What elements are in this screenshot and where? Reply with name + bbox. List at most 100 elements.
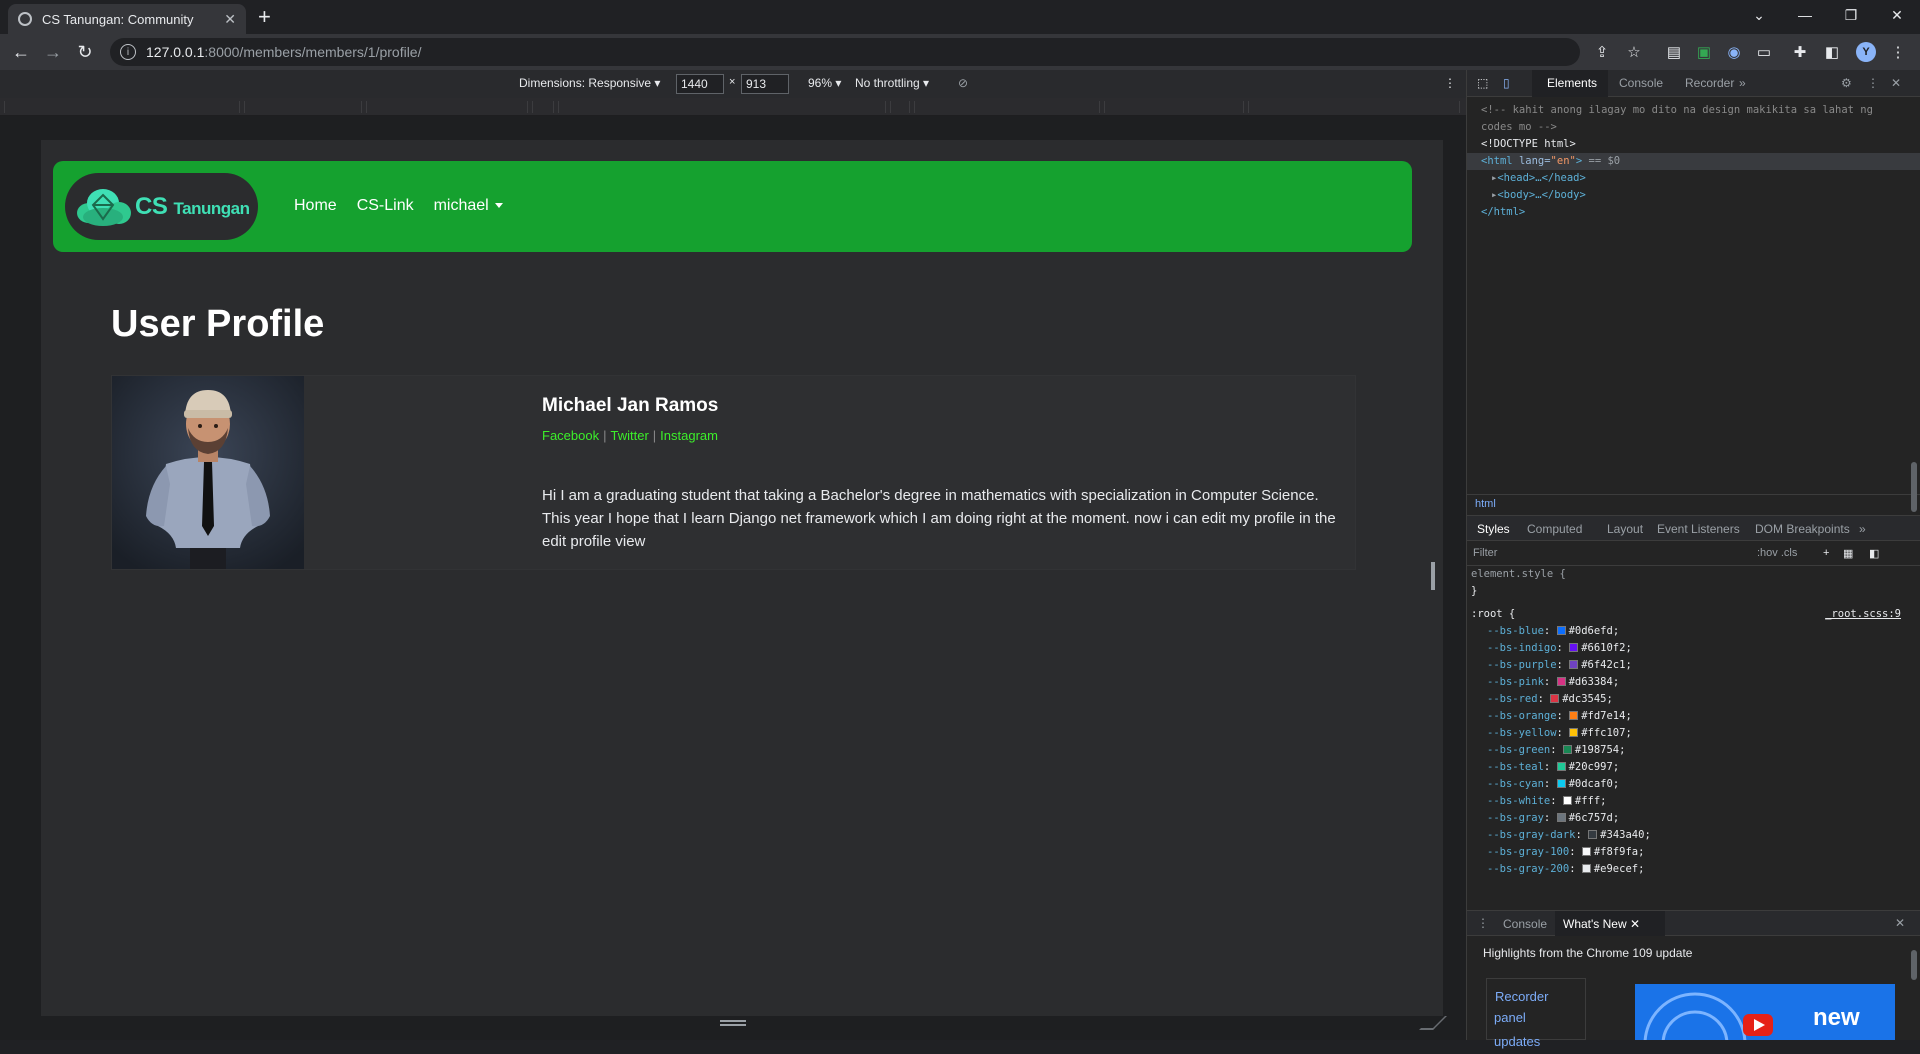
styles-scrollbar[interactable] bbox=[1911, 462, 1917, 512]
breadcrumb[interactable]: html bbox=[1467, 494, 1920, 514]
browser-tab[interactable]: CS Tanungan: Community ✕ bbox=[8, 4, 246, 34]
width-input[interactable]: 1440 bbox=[676, 74, 724, 94]
dimensions-select[interactable]: Dimensions: Responsive ▾ bbox=[519, 76, 660, 90]
new-tab-button[interactable]: + bbox=[258, 4, 271, 30]
color-swatch[interactable] bbox=[1556, 762, 1566, 771]
throttling-select[interactable]: No throttling ▾ bbox=[855, 76, 929, 90]
html-close-node[interactable]: </html> bbox=[1467, 204, 1920, 221]
css-variable-row[interactable]: --bs-gray-dark: #343a40; bbox=[1467, 827, 1907, 844]
zoom-select[interactable]: 96% ▾ bbox=[808, 76, 841, 90]
restore-icon[interactable]: ❐ bbox=[1828, 0, 1874, 30]
tab-computed[interactable]: Computed bbox=[1527, 522, 1582, 536]
color-swatch[interactable] bbox=[1556, 813, 1566, 822]
device-toolbar-menu-icon[interactable]: ⋮ bbox=[1444, 76, 1456, 90]
tab-recorder[interactable]: Recorder bbox=[1685, 76, 1734, 90]
inspect-element-icon[interactable]: ⬚ bbox=[1477, 76, 1488, 90]
nav-cslink-link[interactable]: CS-Link bbox=[357, 197, 414, 215]
css-variable-row[interactable]: --bs-gray-100: #f8f9fa; bbox=[1467, 844, 1907, 861]
device-toggle-icon[interactable]: ▯ bbox=[1503, 76, 1510, 90]
color-swatch[interactable] bbox=[1569, 711, 1579, 720]
css-variable-row[interactable]: --bs-purple: #6f42c1; bbox=[1467, 657, 1907, 674]
css-variable-row[interactable]: --bs-yellow: #ffc107; bbox=[1467, 725, 1907, 742]
head-node[interactable]: ▸<head>…</head> bbox=[1467, 170, 1920, 187]
viewport-width-handle[interactable] bbox=[1431, 562, 1435, 590]
minimize-icon[interactable]: — bbox=[1782, 0, 1828, 30]
back-icon[interactable]: ← bbox=[6, 34, 36, 70]
body-node[interactable]: ▸<body>…</body> bbox=[1467, 187, 1920, 204]
paint-icon[interactable]: ▦ bbox=[1843, 547, 1853, 560]
twitter-link[interactable]: Twitter bbox=[610, 428, 648, 443]
extension-window-icon[interactable]: ▭ bbox=[1754, 42, 1774, 62]
share-icon[interactable]: ⇪ bbox=[1592, 42, 1612, 62]
css-variable-row[interactable]: --bs-blue: #0d6efd; bbox=[1467, 623, 1907, 640]
html-node-selected[interactable]: <html lang="en"> == $0 bbox=[1467, 153, 1920, 170]
color-swatch[interactable] bbox=[1581, 864, 1591, 873]
whats-new-video-thumbnail[interactable]: new bbox=[1635, 984, 1895, 1040]
drawer-menu-icon[interactable]: ⋮ bbox=[1477, 916, 1489, 930]
tab-styles[interactable]: Styles bbox=[1477, 522, 1510, 536]
card-title-line[interactable]: updates bbox=[1494, 1030, 1540, 1054]
tab-event-listeners[interactable]: Event Listeners bbox=[1657, 522, 1740, 536]
extension-green-icon[interactable]: ▣ bbox=[1694, 42, 1714, 62]
drawer-tab-whats-new[interactable]: What's New ✕ bbox=[1555, 911, 1665, 936]
user-dropdown[interactable]: michael bbox=[434, 197, 503, 215]
forward-icon[interactable]: → bbox=[38, 34, 68, 70]
color-swatch[interactable] bbox=[1588, 830, 1598, 839]
element-style-rule[interactable]: element.style { bbox=[1467, 566, 1907, 583]
css-variable-row[interactable]: --bs-cyan: #0dcaf0; bbox=[1467, 776, 1907, 793]
instagram-link[interactable]: Instagram bbox=[660, 428, 718, 443]
css-variable-row[interactable]: --bs-green: #198754; bbox=[1467, 742, 1907, 759]
tab-dom-breakpoints[interactable]: DOM Breakpoints bbox=[1755, 522, 1850, 536]
reader-icon[interactable]: ▤ bbox=[1664, 42, 1684, 62]
site-logo[interactable]: CS Tanungan bbox=[65, 173, 258, 240]
css-variable-row[interactable]: --bs-orange: #fd7e14; bbox=[1467, 708, 1907, 725]
color-swatch[interactable] bbox=[1581, 847, 1591, 856]
css-variable-row[interactable]: --bs-gray-200: #e9ecef; bbox=[1467, 861, 1907, 878]
css-variable-row[interactable]: --bs-teal: #20c997; bbox=[1467, 759, 1907, 776]
nav-home-link[interactable]: Home bbox=[294, 197, 337, 215]
drawer-tab-console[interactable]: Console bbox=[1503, 917, 1547, 931]
tab-search-icon[interactable]: ⌄ bbox=[1736, 0, 1782, 30]
extension-timer-icon[interactable]: ◉ bbox=[1724, 42, 1744, 62]
card-title-line[interactable]: panel bbox=[1494, 1006, 1526, 1030]
root-source-link[interactable]: _root.scss:9 bbox=[1825, 606, 1901, 623]
tab-console[interactable]: Console bbox=[1619, 76, 1663, 90]
close-devtools-icon[interactable]: ✕ bbox=[1891, 76, 1901, 90]
settings-gear-icon[interactable]: ⚙ bbox=[1841, 76, 1852, 90]
color-swatch[interactable] bbox=[1569, 728, 1579, 737]
css-variable-row[interactable]: --bs-indigo: #6610f2; bbox=[1467, 640, 1907, 657]
color-swatch[interactable] bbox=[1556, 779, 1566, 788]
styles-filter-input[interactable]: Filter :hov .cls + ▦ ◧ bbox=[1467, 542, 1920, 566]
doctype-node[interactable]: <!DOCTYPE html> bbox=[1467, 136, 1920, 153]
color-swatch[interactable] bbox=[1569, 643, 1579, 652]
tab-layout[interactable]: Layout bbox=[1607, 522, 1643, 536]
side-panel-icon[interactable]: ◧ bbox=[1822, 42, 1842, 62]
facebook-link[interactable]: Facebook bbox=[542, 428, 599, 443]
bookmark-star-icon[interactable]: ☆ bbox=[1624, 42, 1644, 62]
css-variable-row[interactable]: --bs-pink: #d63384; bbox=[1467, 674, 1907, 691]
more-subtabs-icon[interactable]: » bbox=[1859, 522, 1866, 536]
profile-avatar-icon[interactable]: Y bbox=[1856, 42, 1876, 62]
sidebar-toggle-icon[interactable]: ◧ bbox=[1869, 547, 1879, 560]
add-rule-icon[interactable]: + bbox=[1823, 547, 1829, 559]
color-swatch[interactable] bbox=[1556, 677, 1566, 686]
height-input[interactable]: 913 bbox=[741, 74, 789, 94]
tab-elements[interactable]: Elements bbox=[1547, 76, 1597, 90]
drawer-scrollbar[interactable] bbox=[1911, 950, 1917, 980]
browser-menu-icon[interactable]: ⋮ bbox=[1888, 42, 1908, 62]
extensions-puzzle-icon[interactable]: ✚ bbox=[1790, 42, 1810, 62]
css-variable-row[interactable]: --bs-white: #fff; bbox=[1467, 793, 1907, 810]
close-whats-new-icon[interactable]: ✕ bbox=[1630, 917, 1640, 931]
css-variable-row[interactable]: --bs-gray: #6c757d; bbox=[1467, 810, 1907, 827]
root-rule[interactable]: :root {_root.scss:9 bbox=[1467, 606, 1907, 623]
close-drawer-icon[interactable]: ✕ bbox=[1895, 916, 1905, 930]
site-info-icon[interactable]: i bbox=[120, 44, 136, 60]
close-tab-icon[interactable]: ✕ bbox=[224, 11, 236, 28]
rotate-icon[interactable]: ⊘ bbox=[958, 76, 968, 90]
color-swatch[interactable] bbox=[1562, 745, 1572, 754]
color-swatch[interactable] bbox=[1562, 796, 1572, 805]
css-variable-row[interactable]: --bs-red: #dc3545; bbox=[1467, 691, 1907, 708]
close-window-icon[interactable]: ✕ bbox=[1874, 0, 1920, 30]
address-bar[interactable]: i 127.0.0.1:8000/members/members/1/profi… bbox=[110, 38, 1580, 66]
hov-cls-toggles[interactable]: :hov .cls bbox=[1757, 547, 1797, 559]
